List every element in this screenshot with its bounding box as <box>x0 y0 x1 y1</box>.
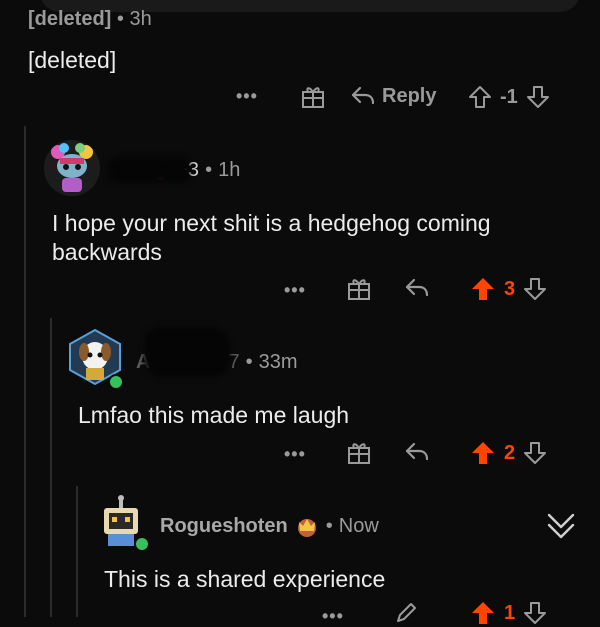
thread-line-2 <box>50 318 52 617</box>
comment-1-vote: -1 <box>468 84 550 110</box>
upvote-active-icon[interactable] <box>470 440 496 466</box>
comment-2-score: 3 <box>504 277 516 300</box>
upvote-icon[interactable] <box>468 84 492 110</box>
thread-line-1 <box>24 126 26 617</box>
comment-2-vote: 3 <box>470 276 547 302</box>
comment-1-more-button[interactable]: ••• <box>236 86 258 107</box>
collapse-chevron-icon <box>547 513 575 539</box>
redaction-blur <box>144 327 230 377</box>
comment-4-vote: 1 <box>470 600 547 626</box>
comment-2-time: 1h <box>218 158 241 181</box>
online-status-indicator <box>134 536 150 552</box>
pencil-icon <box>397 603 416 622</box>
downvote-icon[interactable] <box>526 84 550 110</box>
comment-3-time: 33m <box>258 351 298 373</box>
comment-2-text: I hope your next shit is a hedgehog comi… <box>52 210 491 265</box>
comment-2-avatar[interactable] <box>44 140 100 196</box>
collapse-thread-button[interactable] <box>544 508 578 547</box>
comment-1-author[interactable]: [deleted] <box>28 8 111 30</box>
thread-line-3 <box>76 486 78 617</box>
comment-1-text: [deleted] <box>28 47 117 73</box>
reply-arrow-icon <box>351 86 375 105</box>
comment-3-meta: A 7 • 33m <box>136 327 298 377</box>
reply-arrow-icon <box>405 278 429 297</box>
comment-4-author[interactable]: Rogueshoten <box>160 515 288 538</box>
comment-2-meta: J w +3 • 1h <box>108 156 241 183</box>
comment-3-more-button[interactable]: ••• <box>284 444 306 465</box>
comment-1-reply-button[interactable]: Reply <box>350 84 436 108</box>
upvote-active-icon[interactable] <box>470 276 496 302</box>
gift-icon <box>348 443 370 464</box>
crown-badge-icon <box>297 519 316 537</box>
comment-4-score: 1 <box>504 601 516 624</box>
comment-1-meta: [deleted] • 3h <box>28 8 152 30</box>
comment-2-more-button[interactable]: ••• <box>284 280 306 301</box>
comment-1-award-button[interactable] <box>300 84 326 110</box>
reply-label: Reply <box>382 84 437 107</box>
comment-1-score: -1 <box>500 85 518 108</box>
comment-1-time: 3h <box>129 8 152 30</box>
snoo-avatar-icon <box>44 140 100 196</box>
comment-3-reply-button[interactable] <box>404 440 430 464</box>
gift-icon <box>302 87 324 108</box>
reply-arrow-icon <box>405 442 429 461</box>
comment-2-award-button[interactable] <box>346 276 372 302</box>
comment-4-meta: Rogueshoten • Now <box>160 514 379 538</box>
comment-4-edit-button[interactable] <box>394 601 418 625</box>
redaction-blur <box>108 156 190 183</box>
comment-2-reply-button[interactable] <box>404 276 430 300</box>
comment-4-text: This is a shared experience <box>104 566 386 592</box>
downvote-icon[interactable] <box>523 276 547 302</box>
comment-3-text: Lmfao this made me laugh <box>78 402 350 428</box>
online-status-indicator <box>108 374 124 390</box>
comment-3-vote: 2 <box>470 440 547 466</box>
comment-3-score: 2 <box>504 441 516 464</box>
downvote-icon[interactable] <box>523 600 547 626</box>
comment-4-time: Now <box>338 514 379 537</box>
gift-icon <box>348 279 370 300</box>
upvote-active-icon[interactable] <box>470 600 496 626</box>
comment-3-award-button[interactable] <box>346 440 372 466</box>
downvote-icon[interactable] <box>523 440 547 466</box>
